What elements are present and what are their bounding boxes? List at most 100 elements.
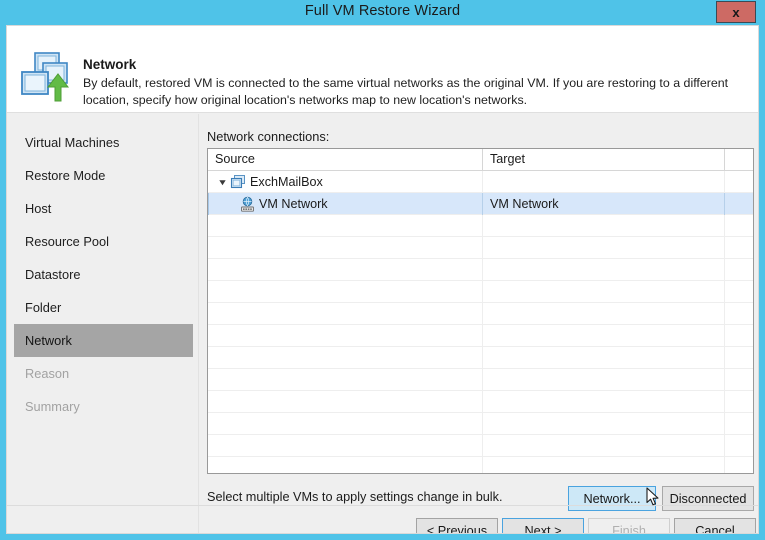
- sidebar-item-datastore[interactable]: Datastore: [14, 258, 193, 291]
- cell-empty: [483, 259, 725, 281]
- wizard-steps-list: Virtual Machines Restore Mode Host Resource…: [7, 114, 198, 423]
- sidebar-item-label: Restore Mode: [25, 168, 105, 183]
- sidebar-item-resource-pool[interactable]: Resource Pool: [14, 225, 193, 258]
- title-bar[interactable]: Full VM Restore Wizard x: [6, 0, 759, 25]
- cell-source-label: VM Network: [259, 197, 328, 211]
- sidebar-item-folder[interactable]: Folder: [14, 291, 193, 324]
- grid-body: ExchMailBox VM Network VM Network: [208, 171, 753, 474]
- network-connections-grid[interactable]: Source Target ExchMailBoxVM NetworkVM Ne…: [207, 148, 754, 474]
- tree-indent: [209, 193, 239, 215]
- table-row-empty: [208, 369, 753, 391]
- tree-expander-icon[interactable]: [218, 178, 227, 187]
- cell-empty: [725, 457, 753, 474]
- cell-empty: [208, 259, 483, 281]
- table-row-empty: [208, 347, 753, 369]
- sidebar-item-label: Virtual Machines: [25, 135, 119, 150]
- table-row-empty: [208, 303, 753, 325]
- table-row[interactable]: VM Network VM Network: [208, 193, 753, 215]
- sidebar-item-summary: Summary: [14, 390, 193, 423]
- cell-empty: [483, 347, 725, 369]
- cell-source-label: ExchMailBox: [250, 175, 323, 189]
- cell-empty: [208, 281, 483, 303]
- cell-empty: [725, 215, 753, 237]
- network-connections-label: Network connections:: [207, 129, 329, 144]
- sidebar-item-reason: Reason: [14, 357, 193, 390]
- cell-empty: [483, 281, 725, 303]
- sidebar-item-label: Reason: [25, 366, 69, 381]
- next-button[interactable]: Next >: [502, 518, 584, 534]
- table-row[interactable]: ExchMailBox: [208, 171, 753, 193]
- column-header-extra[interactable]: [725, 149, 753, 171]
- cell-empty: [483, 413, 725, 435]
- bulk-hint-text: Select multiple VMs to apply settings ch…: [207, 490, 503, 504]
- page-description: By default, restored VM is connected to …: [83, 75, 748, 108]
- column-header-source[interactable]: Source: [208, 149, 483, 171]
- wizard-steps-sidebar: Virtual Machines Restore Mode Host Resource…: [7, 114, 199, 534]
- table-row-empty: [208, 259, 753, 281]
- cell-empty: [725, 435, 753, 457]
- cell-empty: [483, 391, 725, 413]
- table-row-empty: [208, 215, 753, 237]
- wizard-window: Full VM Restore Wizard x Network By defa…: [0, 0, 765, 540]
- cell-extra: [725, 171, 753, 193]
- cell-empty: [208, 369, 483, 391]
- sidebar-item-label: Folder: [25, 300, 61, 315]
- table-row-empty: [208, 413, 753, 435]
- cell-empty: [725, 303, 753, 325]
- network-adapter-icon: [239, 196, 256, 213]
- previous-button[interactable]: < Previous: [416, 518, 498, 534]
- tree-expander[interactable]: [214, 171, 230, 193]
- cell-empty: [483, 237, 725, 259]
- cell-empty: [725, 325, 753, 347]
- cell-empty: [483, 215, 725, 237]
- finish-button: Finish: [588, 518, 670, 534]
- close-button[interactable]: x: [716, 1, 756, 23]
- cell-empty: [208, 325, 483, 347]
- sidebar-item-label: Resource Pool: [25, 234, 109, 249]
- grid-header-row: Source Target: [208, 149, 753, 171]
- cell-empty: [208, 303, 483, 325]
- table-row-empty: [208, 237, 753, 259]
- cell-empty: [483, 457, 725, 474]
- table-row-empty: [208, 435, 753, 457]
- dialog-body: Network By default, restored VM is conne…: [6, 25, 759, 534]
- footer-bar: < Previous Next > Finish Cancel: [7, 506, 759, 534]
- cell-empty: [208, 215, 483, 237]
- cell-target: [483, 171, 725, 193]
- cell-empty: [208, 237, 483, 259]
- window-title: Full VM Restore Wizard: [6, 3, 759, 19]
- cell-empty: [208, 457, 483, 474]
- vm-icon: [230, 174, 247, 191]
- cell-empty: [725, 369, 753, 391]
- cell-empty: [725, 391, 753, 413]
- cell-empty: [208, 435, 483, 457]
- column-header-target[interactable]: Target: [483, 149, 725, 171]
- cell-extra: [725, 193, 753, 215]
- cell-empty: [483, 435, 725, 457]
- sidebar-item-label: Network: [25, 333, 72, 348]
- cell-empty: [483, 303, 725, 325]
- cell-empty: [208, 347, 483, 369]
- sidebar-item-label: Host: [25, 201, 51, 216]
- sidebar-item-virtual-machines[interactable]: Virtual Machines: [14, 126, 193, 159]
- cell-empty: [725, 237, 753, 259]
- cell-empty: [725, 281, 753, 303]
- header-banner: Network By default, restored VM is conne…: [7, 26, 759, 113]
- cancel-button[interactable]: Cancel: [674, 518, 756, 534]
- sidebar-item-network[interactable]: Network: [14, 324, 193, 357]
- sidebar-item-label: Summary: [25, 399, 80, 414]
- sidebar-item-host[interactable]: Host: [14, 192, 193, 225]
- sidebar-item-restore-mode[interactable]: Restore Mode: [14, 159, 193, 192]
- main-panel: Network connections: Source Target ExchM…: [200, 114, 759, 534]
- cell-empty: [208, 413, 483, 435]
- cell-target: VM Network: [483, 193, 725, 215]
- cell-empty: [483, 325, 725, 347]
- cell-empty: [725, 259, 753, 281]
- sidebar-item-label: Datastore: [25, 267, 80, 282]
- page-title: Network: [83, 57, 136, 72]
- cell-source: VM Network: [208, 193, 483, 215]
- cell-source: ExchMailBox: [208, 171, 483, 193]
- cell-empty: [483, 369, 725, 391]
- cell-empty: [725, 347, 753, 369]
- table-row-empty: [208, 391, 753, 413]
